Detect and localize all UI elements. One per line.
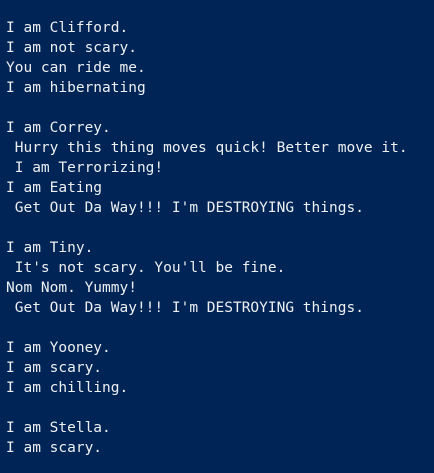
output-line: Hurry this thing moves quick! Better mov…	[6, 140, 408, 156]
output-block-correy: I am Correy. Hurry this thing moves quic…	[6, 118, 434, 218]
output-line: I am Terrorizing!	[6, 160, 164, 176]
output-block-clifford: I am Clifford. I am not scary. You can r…	[6, 18, 434, 98]
output-line: I am scary.	[6, 360, 103, 376]
terminal-output[interactable]: I am Clifford. I am not scary. You can r…	[0, 0, 434, 473]
output-line: Get Out Da Way!!! I'm DESTROYING things.	[6, 200, 364, 216]
output-line: I am Stella.	[6, 420, 111, 436]
output-block-stella: I am Stella. I am scary.	[6, 418, 434, 458]
output-line: It's not scary. You'll be fine.	[6, 260, 286, 276]
output-line: I am Eating	[6, 180, 103, 196]
output-line: I am Clifford.	[6, 20, 129, 36]
output-line: Get Out Da Way!!! I'm DESTROYING things.	[6, 300, 364, 316]
output-line: I am hibernating	[6, 80, 146, 96]
output-line: I am scary.	[6, 440, 103, 456]
output-line: I am Yooney.	[6, 340, 111, 356]
output-line: Nom Nom. Yummy!	[6, 280, 137, 296]
output-line: You can ride me.	[6, 60, 146, 76]
output-line: I am Correy.	[6, 120, 111, 136]
output-line: I am not scary.	[6, 40, 137, 56]
output-block-yooney: I am Yooney. I am scary. I am chilling.	[6, 338, 434, 398]
output-block-tiny: I am Tiny. It's not scary. You'll be fin…	[6, 238, 434, 318]
output-line: I am Tiny.	[6, 240, 94, 256]
output-line: I am chilling.	[6, 380, 129, 396]
